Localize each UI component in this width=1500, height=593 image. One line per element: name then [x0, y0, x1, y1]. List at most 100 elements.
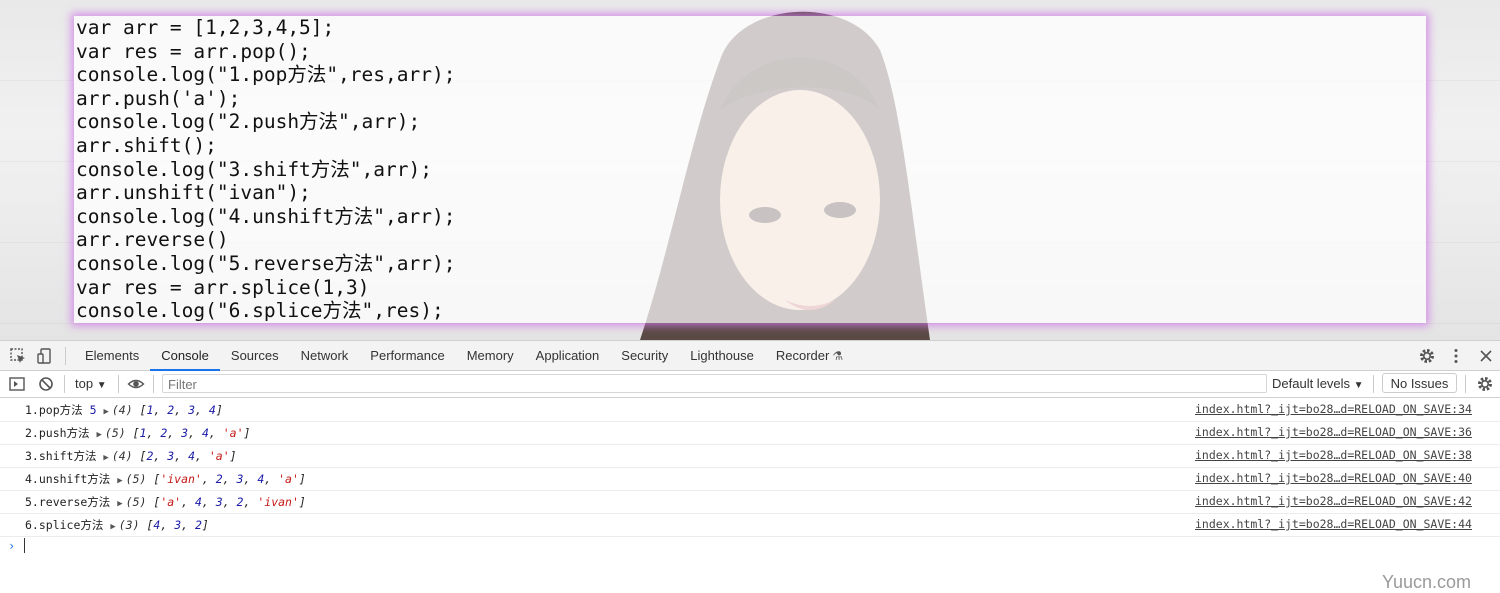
code-line: arr.shift();: [76, 133, 217, 157]
log-label: 3.shift方法: [25, 449, 97, 463]
array-length: (4): [111, 449, 133, 463]
dropdown-arrow-icon: ▼: [96, 380, 107, 391]
array-item: 1: [146, 403, 154, 417]
expand-triangle-icon[interactable]: ▶: [96, 430, 101, 440]
experimental-flask-icon: ⚗: [832, 349, 844, 363]
array-item: 2: [167, 403, 175, 417]
code-line: console.log("1.pop方法",res,arr);: [76, 63, 456, 87]
log-label: 5.reverse方法: [25, 495, 111, 509]
source-link[interactable]: index.html?_ijt=bo28…d=RELOAD_ON_SAVE:38: [1195, 448, 1472, 462]
more-options-icon[interactable]: [1447, 347, 1465, 365]
code-line: var arr = [1,2,3,4,5];: [76, 16, 335, 39]
context-selector-label: top: [75, 376, 94, 391]
tab-console[interactable]: Console: [150, 341, 220, 371]
console-prompt-icon: ›: [8, 539, 16, 553]
tab-lighthouse[interactable]: Lighthouse: [679, 341, 765, 370]
console-message: 4.unshift方法 ▶ (5) ['ivan', 2, 3, 4, 'a']: [25, 471, 306, 487]
array-item: 'ivan': [257, 495, 299, 509]
console-log-row: 3.shift方法 ▶ (4) [2, 3, 4, 'a'] index.html?…: [0, 444, 1500, 468]
array-item: 4: [188, 449, 195, 463]
context-selector[interactable]: top ▼: [75, 371, 107, 397]
array-item: 3: [167, 449, 175, 463]
code-snippet-box: var arr = [1,2,3,4,5]; var res = arr.pop(…: [74, 16, 1426, 323]
devtools-tabbar: Elements Console Sources Network Performance…: [0, 341, 1500, 371]
array-item: 2: [160, 426, 168, 440]
tab-recorder[interactable]: Recorder: [765, 341, 840, 370]
array-item: 4: [153, 518, 161, 532]
array-item: 'a': [222, 426, 244, 440]
array-item: 'ivan': [160, 472, 202, 486]
watermark: Yuucn.com: [1382, 572, 1472, 592]
tab-application[interactable]: Application: [525, 341, 611, 370]
expand-triangle-icon[interactable]: ▶: [103, 453, 108, 463]
array-length: (5): [125, 495, 147, 509]
tab-elements[interactable]: Elements: [74, 341, 150, 370]
console-settings-gear-icon[interactable]: [1476, 375, 1494, 393]
sidebar-toggle-icon[interactable]: [8, 375, 26, 393]
array-preview[interactable]: (5) [1, 2, 3, 4, 'a']: [105, 426, 251, 440]
tab-memory[interactable]: Memory: [456, 341, 525, 370]
tab-sources[interactable]: Sources: [220, 341, 290, 370]
console-log-row: 4.unshift方法 ▶ (5) ['ivan', 2, 3, 4, 'a'] i…: [0, 467, 1500, 491]
array-preview[interactable]: (5) ['ivan', 2, 3, 4, 'a']: [126, 472, 306, 486]
device-toolbar-icon[interactable]: [36, 347, 54, 365]
log-levels-dropdown[interactable]: Default levels ▼: [1272, 374, 1364, 393]
array-item: 'a': [160, 495, 182, 509]
source-link[interactable]: index.html?_ijt=bo28…d=RELOAD_ON_SAVE:34: [1195, 402, 1472, 416]
array-item: 'a': [208, 449, 230, 463]
array-item: 4: [257, 472, 265, 486]
tab-security[interactable]: Security: [610, 341, 679, 370]
source-link[interactable]: index.html?_ijt=bo28…d=RELOAD_ON_SAVE:44: [1195, 517, 1472, 531]
eye-icon[interactable]: [127, 375, 145, 393]
array-preview[interactable]: (4) [2, 3, 4, 'a']: [112, 449, 237, 463]
array-preview[interactable]: (3) [4, 3, 2]: [119, 518, 209, 532]
expand-triangle-icon[interactable]: ▶: [103, 407, 108, 417]
code-line: var res = arr.splice(1,3): [76, 275, 370, 299]
filter-input[interactable]: Filter: [162, 374, 1267, 393]
console-message: 1.pop方法 5 ▶ (4) [1, 2, 3, 4]: [25, 402, 223, 418]
array-preview[interactable]: (5) ['a', 4, 3, 2, 'ivan']: [126, 495, 306, 509]
array-item: 4: [194, 495, 202, 509]
expand-triangle-icon[interactable]: ▶: [117, 476, 122, 486]
code-line: var res = arr.pop();: [76, 39, 311, 63]
array-length: (3): [118, 518, 140, 532]
source-link[interactable]: index.html?_ijt=bo28…d=RELOAD_ON_SAVE:40: [1195, 471, 1472, 485]
issues-button[interactable]: No Issues: [1382, 373, 1457, 393]
console-filter-bar: top ▼ Filter Default levels ▼ No Issues: [0, 371, 1500, 398]
source-link[interactable]: index.html?_ijt=bo28…d=RELOAD_ON_SAVE:36: [1195, 425, 1472, 439]
array-item: 'a': [278, 472, 299, 486]
gear-icon[interactable]: [1418, 347, 1436, 365]
code-line: console.log("4.unshift方法",arr);: [76, 204, 456, 228]
array-length: (5): [104, 426, 126, 440]
array-item: 2: [236, 495, 244, 509]
log-return-value: 5: [89, 403, 97, 417]
dropdown-arrow-icon: ▼: [1353, 380, 1364, 391]
console-log-row: 5.reverse方法 ▶ (5) ['a', 4, 3, 2, 'ivan'] i…: [0, 490, 1500, 514]
array-item: 2: [146, 449, 154, 463]
devtools-panel: Elements Console Sources Network Performance…: [0, 340, 1500, 592]
console-message: 3.shift方法 ▶ (4) [2, 3, 4, 'a']: [25, 448, 237, 464]
code-line: console.log("5.reverse方法",arr);: [76, 251, 456, 275]
array-length: (4): [111, 403, 133, 417]
code-line: arr.push('a');: [76, 86, 241, 110]
array-item: 4: [208, 403, 216, 417]
expand-triangle-icon[interactable]: ▶: [117, 499, 122, 509]
code-lines: var arr = [1,2,3,4,5]; var res = arr.pop(…: [76, 16, 455, 323]
array-item: 3: [236, 472, 244, 486]
source-link[interactable]: index.html?_ijt=bo28…d=RELOAD_ON_SAVE:42: [1195, 494, 1472, 508]
log-levels-label: Default levels: [1272, 376, 1351, 391]
close-icon[interactable]: [1477, 347, 1495, 365]
inspect-element-icon[interactable]: [9, 347, 27, 365]
log-label: 1.pop方法: [25, 403, 83, 417]
console-log-row: 1.pop方法 5 ▶ (4) [1, 2, 3, 4] index.html?_i…: [0, 398, 1500, 422]
tab-network[interactable]: Network: [290, 341, 360, 370]
console-message: 6.splice方法 ▶ (3) [4, 3, 2]: [25, 517, 209, 533]
console-input-caret[interactable]: [24, 538, 25, 553]
array-preview[interactable]: (4) [1, 2, 3, 4]: [112, 403, 223, 417]
expand-triangle-icon[interactable]: ▶: [110, 522, 115, 532]
array-item: 1: [139, 426, 147, 440]
console-log-row: 2.push方法 ▶ (5) [1, 2, 3, 4, 'a'] index.htm…: [0, 421, 1500, 445]
code-line: arr.unshift("ivan");: [76, 181, 311, 205]
tab-performance[interactable]: Performance: [359, 341, 455, 370]
clear-console-icon[interactable]: [37, 375, 55, 393]
